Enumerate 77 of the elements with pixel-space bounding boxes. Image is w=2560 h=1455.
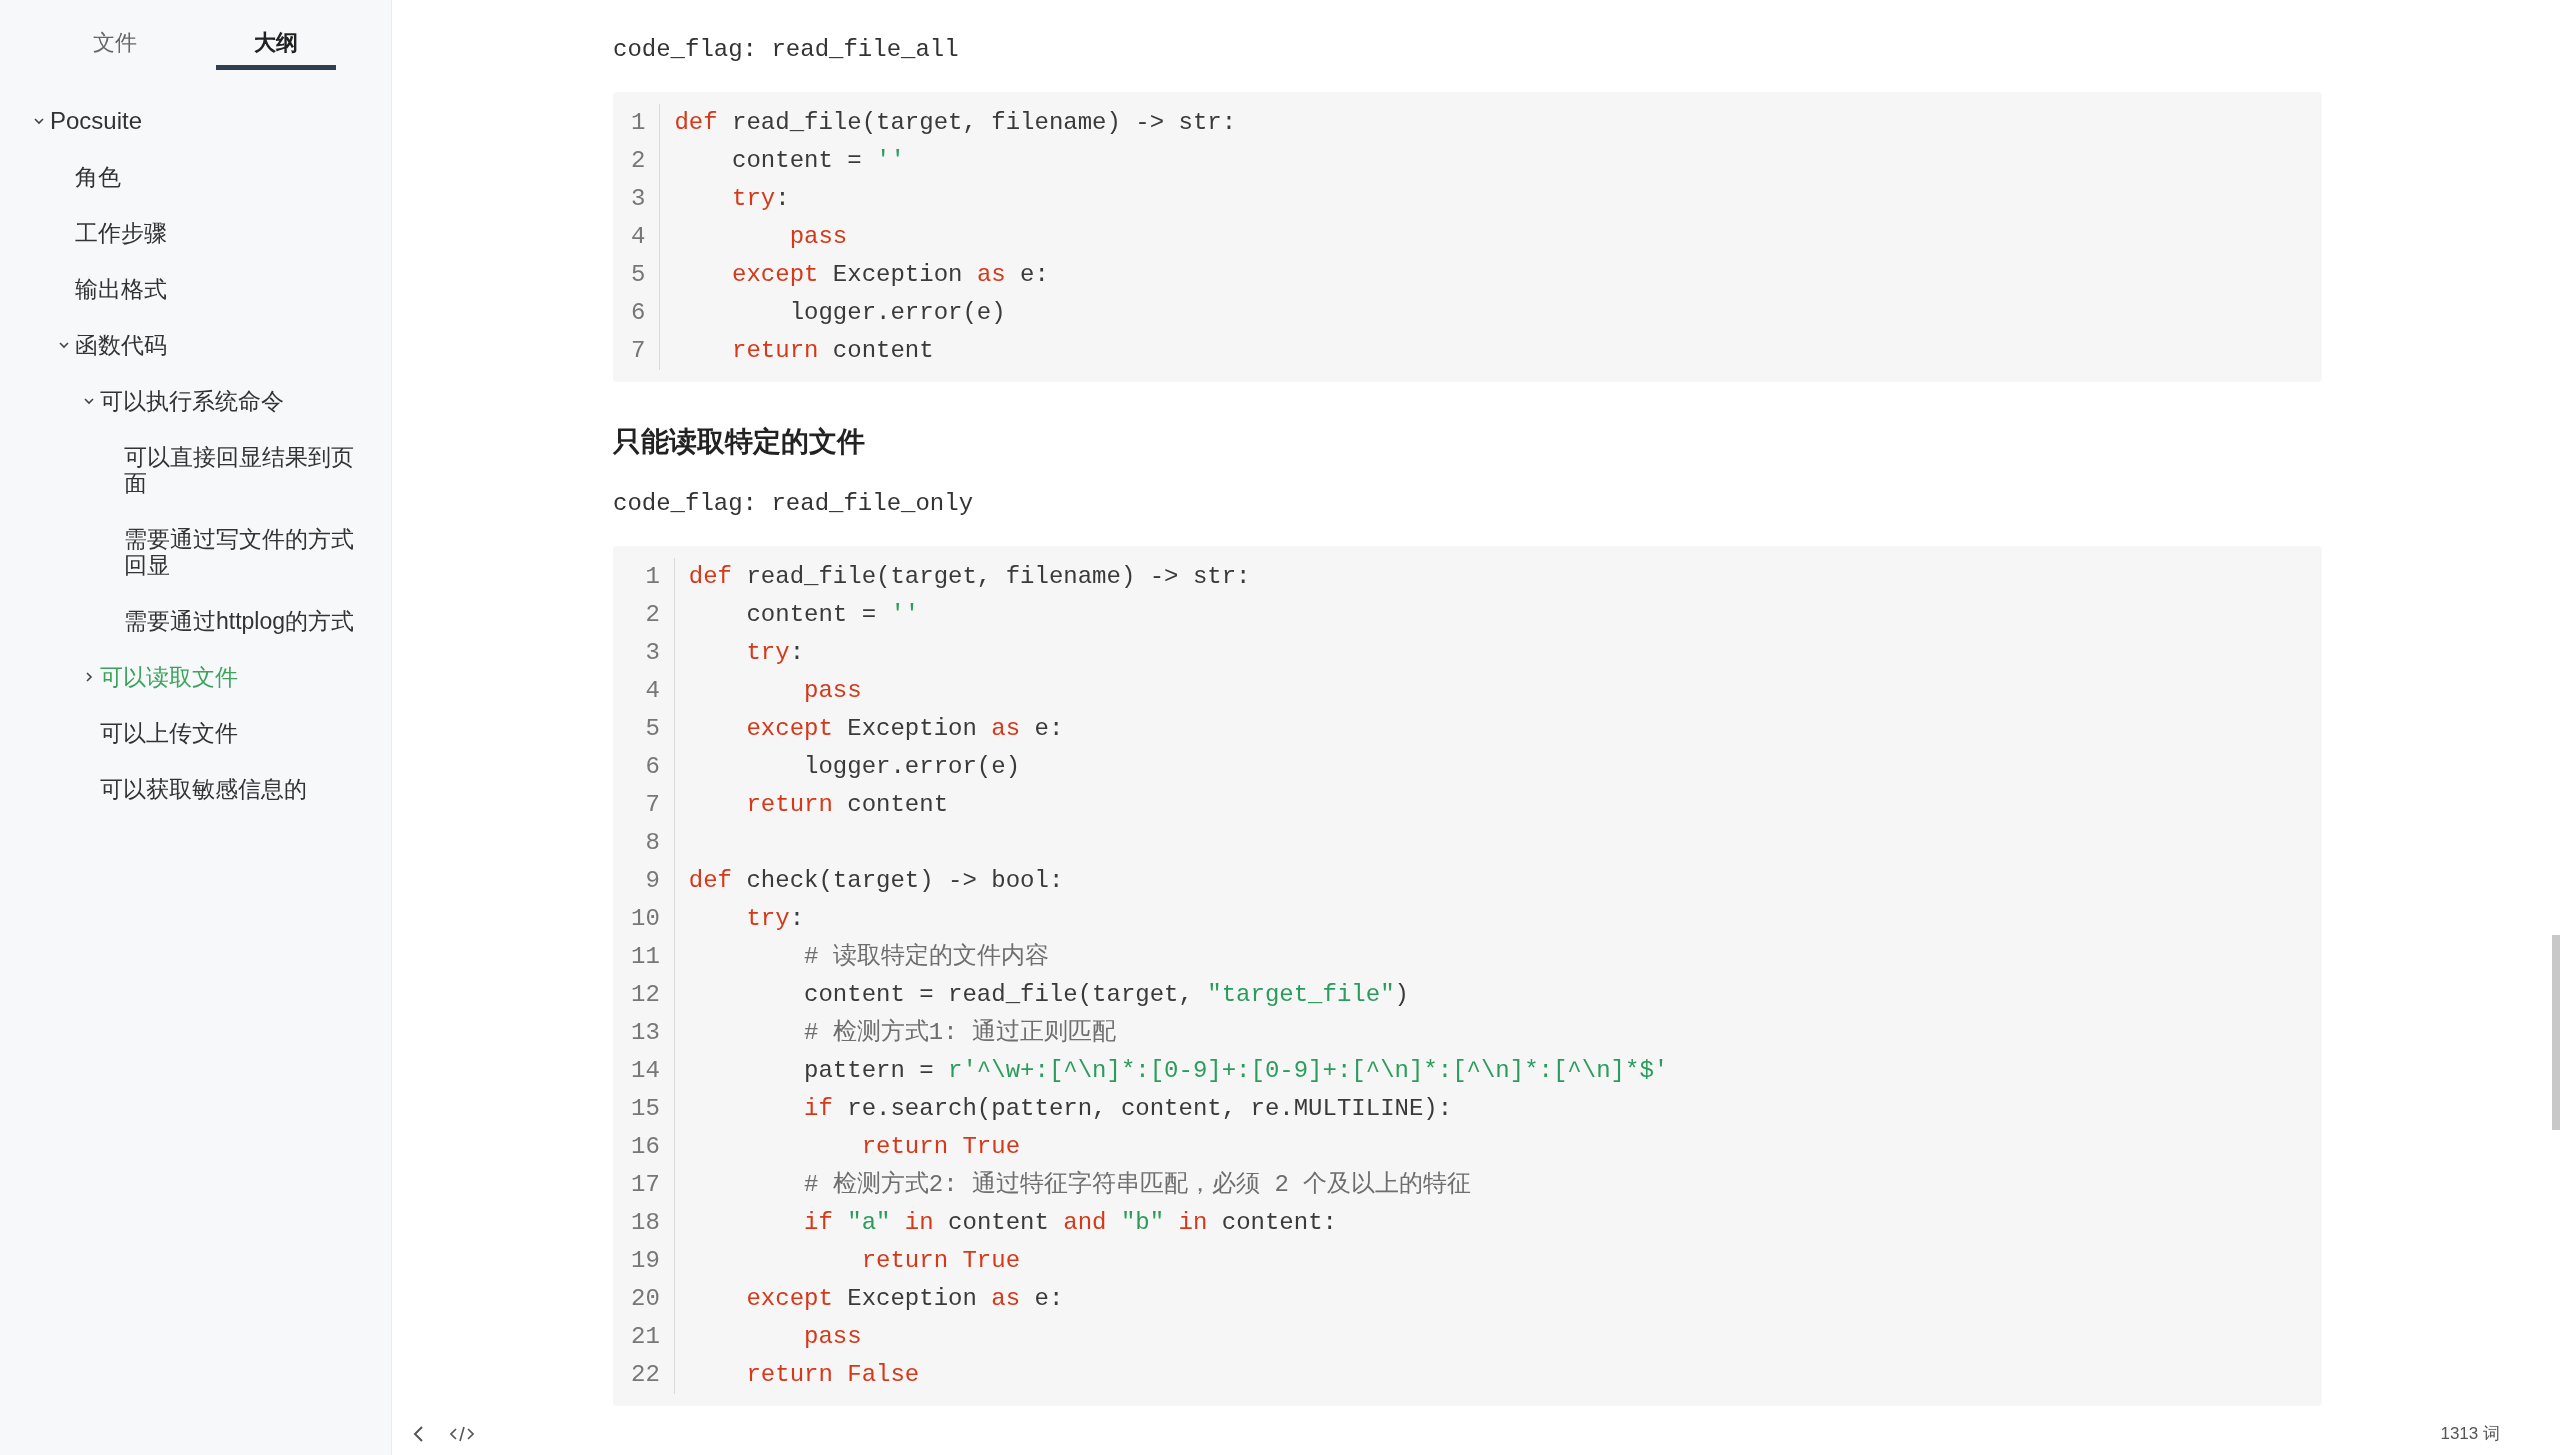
outline-item[interactable]: 函数代码 [75, 332, 167, 358]
outline-item[interactable]: 工作步骤 [75, 220, 167, 246]
code-icon[interactable] [450, 1425, 474, 1443]
line-number: 9 [644, 866, 661, 896]
outline-item[interactable]: 需要通过写文件的方式回显 [124, 526, 355, 578]
outline-item[interactable]: Pocsuite [50, 108, 143, 134]
code-line: pattern = r'^\w+:[^\n]*:[0-9]+:[0-9]+:[^\n]*:[^\n]*:[^\n]*$' [803, 1056, 1669, 1086]
word-count: 1313 词 [2440, 1423, 2500, 1446]
code-line: try: [745, 904, 806, 934]
code-line: logger.error(e) [803, 752, 1022, 782]
line-number: 6 [644, 752, 661, 782]
line-number: 2 [644, 600, 661, 630]
line-number: 15 [630, 1094, 661, 1124]
outline-item[interactable]: 可以执行系统命令 [100, 388, 284, 414]
code-line: return content [731, 336, 935, 366]
code-line: return True [860, 1132, 1022, 1162]
code-line: # 检测方式1: 通过正则匹配 [803, 1017, 1118, 1048]
line-number: 19 [630, 1246, 661, 1276]
outline-item[interactable]: 需要通过httplog的方式 [124, 608, 355, 634]
chevron-left-icon[interactable] [412, 1425, 426, 1443]
line-number: 20 [630, 1284, 661, 1314]
line-number: 5 [630, 260, 647, 290]
code-line: content = '' [731, 146, 906, 176]
line-number: 12 [630, 980, 661, 1010]
code-line: logger.error(e) [788, 298, 1007, 328]
line-number: 1 [644, 562, 661, 592]
line-number: 4 [630, 222, 647, 252]
code-line: return False [745, 1360, 921, 1390]
flag-text: code_flag: read_file_all [613, 35, 960, 65]
line-number: 10 [630, 904, 661, 934]
outline-item[interactable]: 可以上传文件 [100, 720, 238, 746]
line-number: 5 [644, 714, 661, 744]
line-number: 2 [630, 146, 647, 176]
line-number: 21 [630, 1322, 661, 1352]
code-line: pass [803, 676, 863, 706]
tab[interactable]: 文件 [55, 20, 176, 70]
code-line: if "a" in content and "b" in content: [803, 1208, 1338, 1238]
code-line: if re.search(pattern, content, re.MULTILINE): [803, 1094, 1454, 1124]
code-line: def check(target) -> bool: [688, 866, 1065, 896]
code-line: pass [788, 222, 849, 252]
line-number: 14 [630, 1056, 661, 1086]
code-line: return content [745, 790, 950, 820]
code-line: pass [803, 1322, 863, 1352]
code-line: return True [860, 1246, 1022, 1276]
line-number: 4 [644, 676, 661, 706]
line-number: 18 [630, 1208, 661, 1238]
code-line: def read_file(target, filename) -> str: [674, 108, 1237, 138]
line-number: 3 [630, 184, 647, 214]
code-line: content = '' [745, 600, 921, 630]
line-number: 7 [644, 790, 661, 820]
code-line: # 检测方式2: 通过特征字符串匹配，必须 2 个及以上的特征 [803, 1169, 1473, 1200]
code-line: # 读取特定的文件内容 [803, 942, 1050, 972]
line-number: 16 [630, 1132, 661, 1162]
flag-text: code_flag: read_file_only [613, 489, 975, 519]
code-line: except Exception as e: [745, 714, 1065, 744]
code-line: try: [745, 638, 806, 668]
outline-item[interactable]: 角色 [75, 164, 121, 190]
outline-item[interactable]: 可以直接回显结果到页面 [124, 444, 355, 496]
line-number: 22 [630, 1360, 661, 1390]
line-number: 11 [630, 942, 661, 972]
line-number: 1 [630, 108, 647, 138]
section-heading: 只能读取特定的文件 [613, 425, 866, 459]
line-number: 8 [644, 828, 661, 858]
scrollbar-thumb[interactable] [2552, 935, 2560, 1130]
line-number: 7 [630, 336, 647, 366]
code-line: def read_file(target, filename) -> str: [688, 562, 1252, 592]
line-number: 17 [630, 1170, 661, 1200]
tab[interactable]: 大纲 [215, 20, 336, 70]
line-number: 3 [644, 638, 661, 668]
outline-item[interactable]: 可以获取敏感信息的 [100, 776, 307, 802]
line-number: 13 [630, 1018, 661, 1048]
outline-item[interactable]: 输出格式 [75, 276, 167, 302]
line-number: 6 [630, 298, 647, 328]
code-line: try: [731, 184, 791, 214]
code-line: except Exception as e: [731, 260, 1050, 290]
code-line: except Exception as e: [745, 1284, 1065, 1314]
code-line: content = read_file(target, "target_file") [803, 980, 1410, 1010]
